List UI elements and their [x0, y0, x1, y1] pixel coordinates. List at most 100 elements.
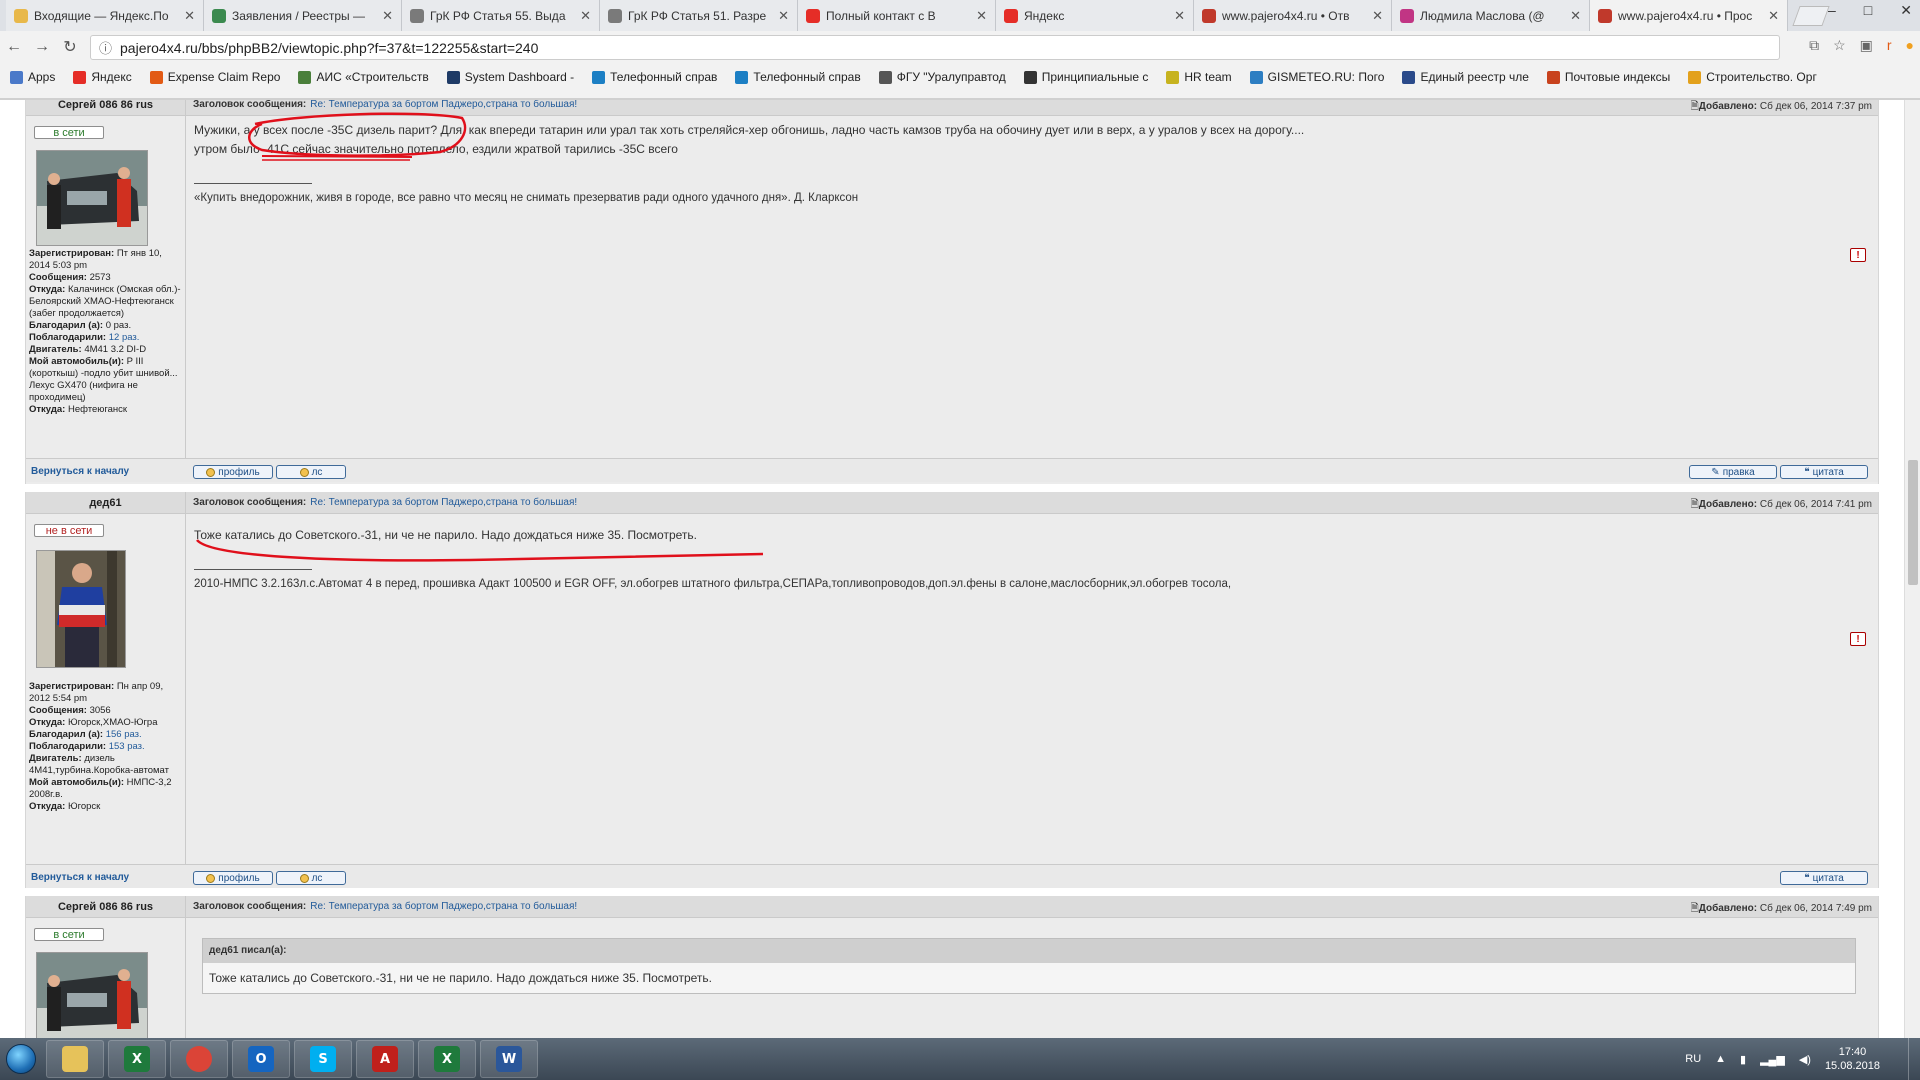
subject-link[interactable]: Re: Температура за бортом Паджеро,страна… [310, 497, 577, 508]
browser-tab[interactable]: Входящие — Яндекс.По ✕ [6, 0, 204, 31]
bookmark-item[interactable]: Яндекс [73, 70, 132, 84]
tab-close-icon[interactable]: ✕ [580, 8, 591, 24]
tab-label: Яндекс [1024, 8, 1065, 23]
report-post-button[interactable]: ! [1850, 248, 1866, 262]
info-icon[interactable]: ⓘ [99, 38, 112, 57]
bookmark-item[interactable]: HR team [1166, 70, 1232, 84]
tab-close-icon[interactable]: ✕ [778, 8, 789, 24]
translate-icon[interactable]: ⧉ [1809, 37, 1819, 54]
start-button[interactable] [0, 1038, 42, 1080]
tab-close-icon[interactable]: ✕ [976, 8, 987, 24]
clock-time: 17:40 [1838, 1046, 1867, 1058]
browser-tab[interactable]: Людмила Маслова (@ ✕ [1392, 0, 1590, 31]
subject-link[interactable]: Re: Температура за бортом Паджеро,страна… [310, 100, 577, 110]
tab-favicon-icon [212, 8, 226, 23]
bookmark-item[interactable]: Expense Claim Repo [149, 70, 280, 84]
post-footer: Вернуться к началу профиль лс ✎ правка ❝ ц… [26, 458, 1878, 482]
vertical-scrollbar[interactable] [1904, 100, 1920, 1038]
post-date: 🗎Добавлено: Сб дек 06, 2014 7:41 pm [1691, 497, 1872, 514]
bookmark-item[interactable]: ФГУ "Уралуправтод [878, 70, 1006, 84]
bookmark-item[interactable]: System Dashboard - [446, 70, 574, 84]
post-author[interactable]: дед61 [26, 492, 186, 514]
bookmark-item[interactable]: АИС «Строительств [298, 70, 429, 84]
bookmark-item[interactable]: Почтовые индексы [1546, 70, 1670, 84]
browser-tab[interactable]: ГрК РФ Статья 55. Выда ✕ [402, 0, 600, 31]
profile-button[interactable]: профиль [193, 465, 273, 479]
tray-arrow-icon[interactable]: ▲ [1715, 1053, 1726, 1065]
bookmark-item[interactable]: Единый реестр чле [1402, 70, 1529, 84]
maximize-icon[interactable]: □ [1864, 2, 1872, 19]
volume-icon[interactable]: ◀) [1799, 1053, 1811, 1066]
tab-close-icon[interactable]: ✕ [184, 8, 195, 24]
forward-icon[interactable]: → [28, 38, 56, 56]
pm-button[interactable]: лс [276, 465, 346, 479]
reload-icon[interactable]: ↻ [56, 37, 84, 57]
avatar[interactable] [36, 550, 126, 668]
language-indicator[interactable]: RU [1685, 1053, 1701, 1065]
post-author[interactable]: Сергей 086 86 rus [26, 896, 186, 918]
browser-tab[interactable]: Яндекс ✕ [996, 0, 1194, 31]
subject-link[interactable]: Re: Температура за бортом Паджеро,страна… [310, 901, 577, 912]
scrollbar-thumb[interactable] [1908, 460, 1918, 585]
extension-orange-icon[interactable]: ● [1906, 37, 1914, 54]
tab-close-icon[interactable]: ✕ [1372, 8, 1383, 24]
browser-tab[interactable]: Полный контакт с В ✕ [798, 0, 996, 31]
taskbar-app-word[interactable]: W [480, 1040, 538, 1078]
back-to-top-link[interactable]: Вернуться к началу [31, 872, 129, 883]
network-icon[interactable]: ▮ [1740, 1053, 1746, 1066]
profile-field-value: Югорск,ХМАО-Югра [67, 717, 158, 728]
profile-button[interactable]: профиль [193, 871, 273, 885]
pm-button[interactable]: лс [276, 871, 346, 885]
browser-tab[interactable]: www.pajero4x4.ru • Прос ✕ [1590, 0, 1788, 31]
edit-button[interactable]: ✎ правка [1689, 465, 1777, 479]
taskbar-app-chrome[interactable] [170, 1040, 228, 1078]
extension-icon[interactable]: ▣ [1860, 37, 1873, 54]
report-post-button[interactable]: ! [1850, 632, 1866, 646]
bookmark-item[interactable]: Принципиальные с [1023, 70, 1148, 84]
quote-button[interactable]: ❝ цитата [1780, 871, 1868, 885]
tab-close-icon[interactable]: ✕ [382, 8, 393, 24]
browser-tab[interactable]: www.pajero4x4.ru • Отв ✕ [1194, 0, 1392, 31]
taskbar-app-outlook[interactable]: O [232, 1040, 290, 1078]
show-desktop-button[interactable] [1908, 1038, 1920, 1080]
new-tab-button[interactable] [1792, 6, 1830, 26]
document-icon: 🗎 [1690, 499, 1699, 510]
bookmark-item[interactable]: Телефонный справ [592, 70, 717, 84]
taskbar-app-acrobat[interactable]: A [356, 1040, 414, 1078]
browser-tab[interactable]: ГрК РФ Статья 51. Разре ✕ [600, 0, 798, 31]
signal-icon[interactable]: ▂▄▆ [1760, 1053, 1785, 1066]
pm-icon [299, 467, 309, 477]
back-icon[interactable]: ← [0, 38, 28, 56]
taskbar-app-skype[interactable]: S [294, 1040, 352, 1078]
browser-tab[interactable]: Заявления / Реестры — ✕ [204, 0, 402, 31]
quote-button[interactable]: ❝ цитата [1780, 465, 1868, 479]
post-message: Тоже катались до Советского.-31, ни че н… [194, 526, 1870, 545]
bookmark-item[interactable]: GISMETEO.RU: Пого [1249, 70, 1384, 84]
tab-favicon-icon [14, 8, 28, 23]
taskbar-app-explorer[interactable] [46, 1040, 104, 1078]
extension-r-icon[interactable]: r [1887, 37, 1892, 54]
post-author[interactable]: Сергей 086 86 rus [26, 100, 186, 116]
tab-label: ГрК РФ Статья 51. Разре [628, 8, 767, 23]
bookmark-item[interactable]: Строительство. Орг [1688, 70, 1817, 84]
minimize-icon[interactable]: – [1828, 2, 1836, 19]
tab-close-icon[interactable]: ✕ [1768, 8, 1779, 24]
bookmark-item[interactable]: Apps [10, 70, 55, 84]
tab-close-icon[interactable]: ✕ [1174, 8, 1185, 24]
quote-author: дед61 писал(а): [203, 939, 1855, 963]
close-window-icon[interactable]: ✕ [1900, 2, 1912, 19]
tab-close-icon[interactable]: ✕ [1570, 8, 1581, 24]
post-date-value: Сб дек 06, 2014 7:41 pm [1759, 499, 1872, 510]
avatar[interactable] [36, 150, 148, 246]
taskbar-app-excel-green[interactable]: X [108, 1040, 166, 1078]
url-field[interactable]: ⓘ pajero4x4.ru/bbs/phpBB2/viewtopic.php?… [90, 35, 1780, 60]
avatar[interactable] [36, 952, 148, 1038]
bookmark-item[interactable]: Телефонный справ [735, 70, 861, 84]
message-line: Мужики, а у всех после -35С дизель парит… [194, 123, 1305, 137]
bookmark-star-icon[interactable]: ☆ [1833, 37, 1846, 54]
profile-field-label: Двигатель: [29, 344, 82, 355]
back-to-top-link[interactable]: Вернуться к началу [31, 466, 129, 477]
system-tray: RU ▲ ▮ ▂▄▆ ◀) 17:40 15.08.2018 [1685, 1038, 1880, 1080]
taskbar-app-excel[interactable]: X [418, 1040, 476, 1078]
clock[interactable]: 17:40 15.08.2018 [1825, 1045, 1880, 1073]
